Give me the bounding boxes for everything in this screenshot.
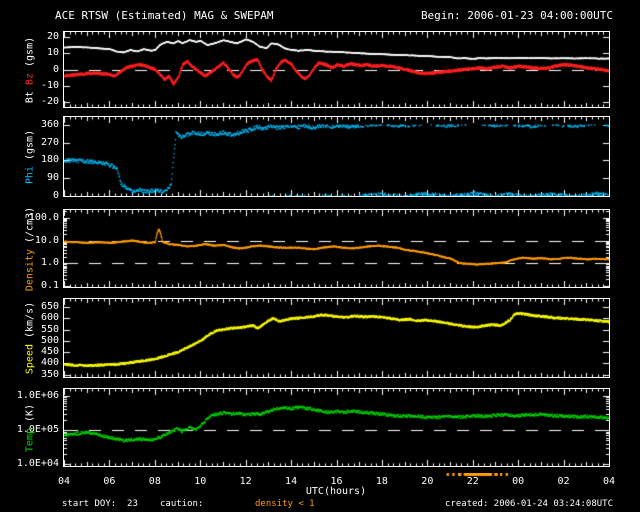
y-axis-label-part: Temp: [24, 427, 36, 452]
y-tick-label: 360: [40, 118, 59, 130]
panel-bt-bz: [63, 31, 610, 108]
x-tick-label: 02: [557, 476, 570, 487]
caution-label: caution:: [160, 499, 204, 509]
x-tick-label: 16: [330, 476, 343, 487]
panel-density: [63, 209, 610, 288]
y-tick-label: 0: [52, 189, 59, 201]
x-tick-label: 10: [194, 476, 207, 487]
y-axis-label-part: Speed: [24, 344, 36, 375]
y-axis-label-temp: Temp (K): [25, 403, 36, 451]
y-axis-label-part: Density: [24, 248, 36, 291]
caution-value: density < 1: [255, 499, 315, 509]
y-tick-label: 1.0E+06: [16, 389, 59, 401]
y-axis-label-part: (gsm): [24, 36, 36, 73]
x-tick-label: 14: [285, 476, 298, 487]
y-axis-label-part: (gsm): [24, 129, 36, 166]
panel-speed: [63, 298, 610, 378]
x-tick-label: 06: [103, 476, 116, 487]
y-axis-label-speed: Speed (km/s): [25, 302, 36, 374]
y-axis-label-part: (km/s): [24, 301, 36, 345]
x-tick-label: 04: [602, 476, 616, 487]
panel-canvas-temp: [64, 389, 609, 466]
ace-rtsw-plot: ACE RTSW (Estimated) MAG & SWEPAM Begin:…: [0, 0, 640, 512]
panel-temp: [63, 388, 610, 467]
panel-canvas-density: [64, 210, 609, 287]
start-doy-label: start DOY: 23: [62, 499, 138, 509]
x-tick-label: 12: [239, 476, 252, 487]
x-tick-label: 18: [375, 476, 388, 487]
y-axis-label-part: (K): [24, 403, 36, 428]
x-axis-label: UTC(hours): [305, 486, 367, 497]
caution-marker-strip: [64, 473, 609, 477]
panel-canvas-bt-bz: [64, 32, 609, 107]
x-tick-label: 08: [148, 476, 161, 487]
x-tick-label: 00: [512, 476, 525, 487]
panel-canvas-phi: [64, 117, 609, 196]
plot-title: ACE RTSW (Estimated) MAG & SWEPAM: [55, 9, 274, 22]
y-axis-label-density: Density (/cm3): [25, 206, 36, 290]
created-timestamp: created: 2006-01-24 03:24:08UTC: [445, 499, 613, 509]
y-axis-label-phi: Phi (gsm): [25, 129, 36, 183]
begin-timestamp: Begin: 2006-01-23 04:00:00UTC: [420, 9, 613, 22]
panel-phi: [63, 116, 610, 197]
y-axis-label-part: Phi: [24, 165, 36, 184]
x-tick-label: 20: [421, 476, 434, 487]
y-axis-label-part: Bt: [24, 84, 36, 103]
panel-canvas-speed: [64, 299, 609, 377]
y-axis-label-bt-bz: Bt Bz (gsm): [25, 36, 36, 102]
x-tick-label: 04: [57, 476, 71, 487]
y-axis-label-part: Bz: [24, 72, 36, 85]
x-tick-label: 22: [466, 476, 479, 487]
y-axis-label-part: (/cm3): [24, 206, 36, 249]
y-tick-label: 1.0E+04: [16, 458, 59, 470]
